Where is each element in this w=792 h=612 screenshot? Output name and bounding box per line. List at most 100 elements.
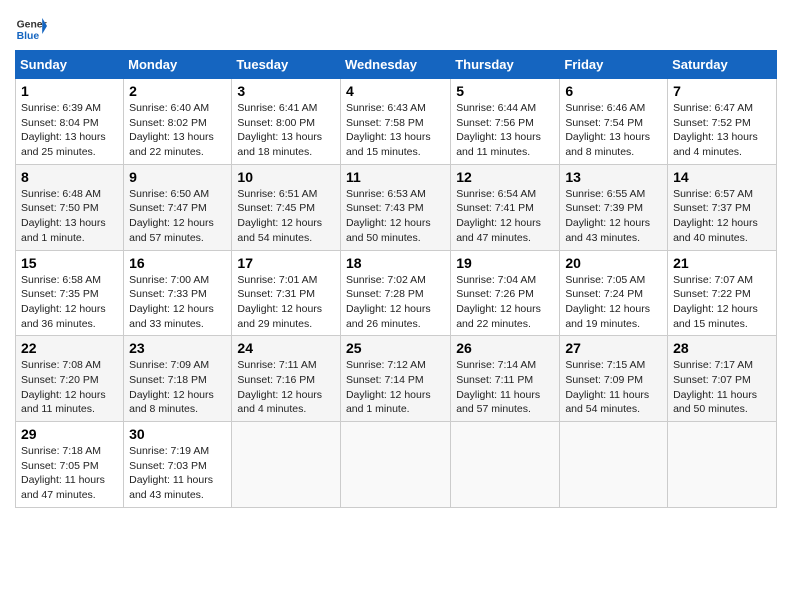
calendar-cell: [560, 422, 668, 508]
day-info: Sunrise: 7:18 AMSunset: 7:05 PMDaylight:…: [21, 445, 105, 501]
calendar-cell: [232, 422, 341, 508]
calendar-cell: [340, 422, 450, 508]
day-number: 6: [565, 83, 662, 99]
calendar-cell: 14 Sunrise: 6:57 AMSunset: 7:37 PMDaylig…: [668, 164, 777, 250]
day-number: 13: [565, 169, 662, 185]
day-number: 9: [129, 169, 226, 185]
day-number: 21: [673, 255, 771, 271]
weekday-header-friday: Friday: [560, 51, 668, 79]
day-info: Sunrise: 6:39 AMSunset: 8:04 PMDaylight:…: [21, 102, 106, 158]
svg-text:Blue: Blue: [17, 31, 40, 42]
day-info: Sunrise: 7:07 AMSunset: 7:22 PMDaylight:…: [673, 274, 758, 330]
weekday-header-tuesday: Tuesday: [232, 51, 341, 79]
calendar-week-1: 1 Sunrise: 6:39 AMSunset: 8:04 PMDayligh…: [16, 79, 777, 165]
day-info: Sunrise: 7:02 AMSunset: 7:28 PMDaylight:…: [346, 274, 431, 330]
weekday-header-monday: Monday: [124, 51, 232, 79]
calendar-cell: 19 Sunrise: 7:04 AMSunset: 7:26 PMDaylig…: [451, 250, 560, 336]
logo: General Blue: [15, 10, 51, 42]
logo-icon: General Blue: [15, 10, 47, 42]
calendar-cell: 27 Sunrise: 7:15 AMSunset: 7:09 PMDaylig…: [560, 336, 668, 422]
calendar-cell: 7 Sunrise: 6:47 AMSunset: 7:52 PMDayligh…: [668, 79, 777, 165]
day-number: 29: [21, 426, 118, 442]
calendar-cell: 11 Sunrise: 6:53 AMSunset: 7:43 PMDaylig…: [340, 164, 450, 250]
day-info: Sunrise: 7:00 AMSunset: 7:33 PMDaylight:…: [129, 274, 214, 330]
day-info: Sunrise: 7:09 AMSunset: 7:18 PMDaylight:…: [129, 359, 214, 415]
calendar-week-2: 8 Sunrise: 6:48 AMSunset: 7:50 PMDayligh…: [16, 164, 777, 250]
day-info: Sunrise: 6:47 AMSunset: 7:52 PMDaylight:…: [673, 102, 758, 158]
day-number: 8: [21, 169, 118, 185]
day-info: Sunrise: 7:04 AMSunset: 7:26 PMDaylight:…: [456, 274, 541, 330]
calendar-cell: 24 Sunrise: 7:11 AMSunset: 7:16 PMDaylig…: [232, 336, 341, 422]
day-number: 23: [129, 340, 226, 356]
calendar-cell: 16 Sunrise: 7:00 AMSunset: 7:33 PMDaylig…: [124, 250, 232, 336]
day-info: Sunrise: 6:50 AMSunset: 7:47 PMDaylight:…: [129, 188, 214, 244]
day-number: 24: [237, 340, 335, 356]
calendar-cell: 21 Sunrise: 7:07 AMSunset: 7:22 PMDaylig…: [668, 250, 777, 336]
day-info: Sunrise: 7:12 AMSunset: 7:14 PMDaylight:…: [346, 359, 431, 415]
day-number: 14: [673, 169, 771, 185]
day-number: 19: [456, 255, 554, 271]
day-info: Sunrise: 6:51 AMSunset: 7:45 PMDaylight:…: [237, 188, 322, 244]
day-info: Sunrise: 7:11 AMSunset: 7:16 PMDaylight:…: [237, 359, 322, 415]
day-info: Sunrise: 7:05 AMSunset: 7:24 PMDaylight:…: [565, 274, 650, 330]
day-number: 26: [456, 340, 554, 356]
calendar-cell: 18 Sunrise: 7:02 AMSunset: 7:28 PMDaylig…: [340, 250, 450, 336]
day-number: 1: [21, 83, 118, 99]
weekday-header-saturday: Saturday: [668, 51, 777, 79]
day-info: Sunrise: 6:57 AMSunset: 7:37 PMDaylight:…: [673, 188, 758, 244]
calendar-cell: 30 Sunrise: 7:19 AMSunset: 7:03 PMDaylig…: [124, 422, 232, 508]
calendar-cell: 2 Sunrise: 6:40 AMSunset: 8:02 PMDayligh…: [124, 79, 232, 165]
calendar-cell: 9 Sunrise: 6:50 AMSunset: 7:47 PMDayligh…: [124, 164, 232, 250]
day-info: Sunrise: 6:54 AMSunset: 7:41 PMDaylight:…: [456, 188, 541, 244]
calendar-cell: 10 Sunrise: 6:51 AMSunset: 7:45 PMDaylig…: [232, 164, 341, 250]
day-number: 18: [346, 255, 445, 271]
day-info: Sunrise: 6:44 AMSunset: 7:56 PMDaylight:…: [456, 102, 541, 158]
calendar-table: SundayMondayTuesdayWednesdayThursdayFrid…: [15, 50, 777, 508]
calendar-week-4: 22 Sunrise: 7:08 AMSunset: 7:20 PMDaylig…: [16, 336, 777, 422]
calendar-cell: 17 Sunrise: 7:01 AMSunset: 7:31 PMDaylig…: [232, 250, 341, 336]
day-info: Sunrise: 6:58 AMSunset: 7:35 PMDaylight:…: [21, 274, 106, 330]
day-number: 10: [237, 169, 335, 185]
weekday-header-row: SundayMondayTuesdayWednesdayThursdayFrid…: [16, 51, 777, 79]
calendar-cell: 12 Sunrise: 6:54 AMSunset: 7:41 PMDaylig…: [451, 164, 560, 250]
day-info: Sunrise: 6:41 AMSunset: 8:00 PMDaylight:…: [237, 102, 322, 158]
day-info: Sunrise: 7:01 AMSunset: 7:31 PMDaylight:…: [237, 274, 322, 330]
day-number: 25: [346, 340, 445, 356]
calendar-cell: 13 Sunrise: 6:55 AMSunset: 7:39 PMDaylig…: [560, 164, 668, 250]
page-container: General Blue SundayMondayTuesdayWednesda…: [0, 0, 792, 518]
day-info: Sunrise: 6:53 AMSunset: 7:43 PMDaylight:…: [346, 188, 431, 244]
calendar-cell: 26 Sunrise: 7:14 AMSunset: 7:11 PMDaylig…: [451, 336, 560, 422]
weekday-header-wednesday: Wednesday: [340, 51, 450, 79]
day-number: 7: [673, 83, 771, 99]
calendar-cell: 1 Sunrise: 6:39 AMSunset: 8:04 PMDayligh…: [16, 79, 124, 165]
day-info: Sunrise: 7:15 AMSunset: 7:09 PMDaylight:…: [565, 359, 649, 415]
day-info: Sunrise: 7:08 AMSunset: 7:20 PMDaylight:…: [21, 359, 106, 415]
calendar-cell: [451, 422, 560, 508]
calendar-week-5: 29 Sunrise: 7:18 AMSunset: 7:05 PMDaylig…: [16, 422, 777, 508]
calendar-cell: 15 Sunrise: 6:58 AMSunset: 7:35 PMDaylig…: [16, 250, 124, 336]
day-number: 2: [129, 83, 226, 99]
day-number: 16: [129, 255, 226, 271]
day-number: 30: [129, 426, 226, 442]
day-info: Sunrise: 7:19 AMSunset: 7:03 PMDaylight:…: [129, 445, 213, 501]
calendar-cell: 23 Sunrise: 7:09 AMSunset: 7:18 PMDaylig…: [124, 336, 232, 422]
day-number: 17: [237, 255, 335, 271]
calendar-cell: 3 Sunrise: 6:41 AMSunset: 8:00 PMDayligh…: [232, 79, 341, 165]
calendar-week-3: 15 Sunrise: 6:58 AMSunset: 7:35 PMDaylig…: [16, 250, 777, 336]
day-number: 3: [237, 83, 335, 99]
calendar-cell: [668, 422, 777, 508]
day-number: 28: [673, 340, 771, 356]
calendar-cell: 25 Sunrise: 7:12 AMSunset: 7:14 PMDaylig…: [340, 336, 450, 422]
calendar-cell: 28 Sunrise: 7:17 AMSunset: 7:07 PMDaylig…: [668, 336, 777, 422]
header: General Blue: [15, 10, 777, 42]
day-info: Sunrise: 6:55 AMSunset: 7:39 PMDaylight:…: [565, 188, 650, 244]
day-info: Sunrise: 6:48 AMSunset: 7:50 PMDaylight:…: [21, 188, 106, 244]
day-number: 27: [565, 340, 662, 356]
calendar-cell: 4 Sunrise: 6:43 AMSunset: 7:58 PMDayligh…: [340, 79, 450, 165]
calendar-cell: 5 Sunrise: 6:44 AMSunset: 7:56 PMDayligh…: [451, 79, 560, 165]
calendar-cell: 22 Sunrise: 7:08 AMSunset: 7:20 PMDaylig…: [16, 336, 124, 422]
day-info: Sunrise: 6:46 AMSunset: 7:54 PMDaylight:…: [565, 102, 650, 158]
day-number: 22: [21, 340, 118, 356]
day-info: Sunrise: 6:40 AMSunset: 8:02 PMDaylight:…: [129, 102, 214, 158]
day-number: 12: [456, 169, 554, 185]
